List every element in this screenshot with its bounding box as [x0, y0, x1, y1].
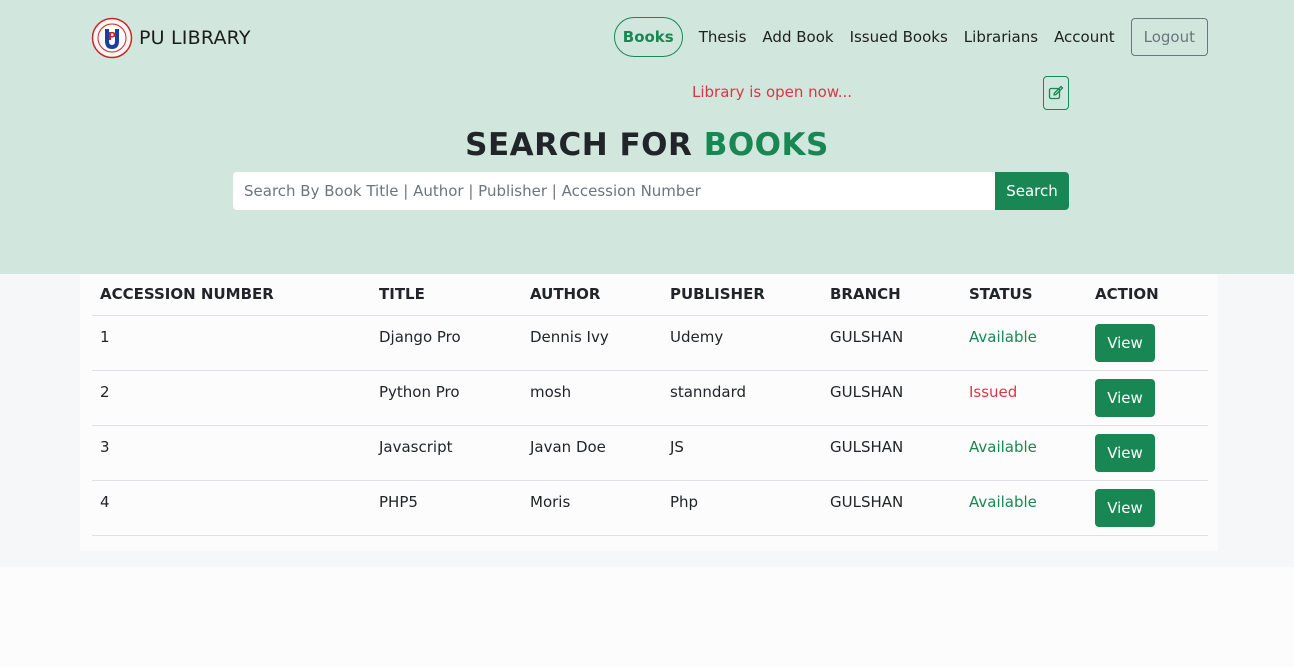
cell-status: Issued [961, 370, 1087, 426]
column-header-publisher: PUBLISHER [662, 274, 822, 316]
view-button[interactable]: View [1095, 433, 1155, 472]
cell-title: Django Pro [371, 315, 522, 371]
nav-link-add-book[interactable]: Add Book [762, 28, 833, 46]
cell-accession: 1 [92, 315, 371, 371]
svg-text:P: P [108, 30, 116, 43]
library-status-text: Library is open now... [692, 83, 853, 101]
cell-accession: 4 [92, 480, 371, 536]
nav-link-issued-books[interactable]: Issued Books [850, 28, 948, 46]
cell-author: Dennis Ivy [522, 315, 662, 371]
table-row: 1 Django Pro Dennis Ivy Udemy GULSHAN Av… [92, 315, 1208, 371]
cell-accession: 3 [92, 425, 371, 481]
column-header-author: AUTHOR [522, 274, 662, 316]
cell-status: Available [961, 480, 1087, 536]
cell-status: Available [961, 315, 1087, 371]
edit-icon [1048, 85, 1064, 100]
cell-title: PHP5 [371, 480, 522, 536]
brand[interactable]: P PU LIBRARY [91, 13, 251, 63]
cell-action: View [1087, 480, 1208, 536]
view-button[interactable]: View [1095, 323, 1155, 362]
books-table-card: ACCESSION NUMBER TITLE AUTHOR PUBLISHER … [80, 274, 1218, 551]
hero-section: P PU LIBRARY Books Thesis Add Book Issue… [0, 0, 1294, 274]
brand-name: PU LIBRARY [139, 27, 251, 49]
logout-button[interactable]: Logout [1130, 18, 1208, 56]
cell-action: View [1087, 425, 1208, 481]
cell-branch: GULSHAN [822, 425, 961, 481]
cell-author: Javan Doe [522, 425, 662, 481]
column-header-status: STATUS [961, 274, 1087, 316]
cell-action: View [1087, 370, 1208, 426]
cell-branch: GULSHAN [822, 480, 961, 536]
cell-title: Javascript [371, 425, 522, 481]
search-button[interactable]: Search [995, 172, 1069, 210]
search-heading-prefix: SEARCH FOR [465, 127, 693, 163]
column-header-branch: BRANCH [822, 274, 961, 316]
search-heading-accent: BOOKS [703, 127, 829, 163]
content-area: ACCESSION NUMBER TITLE AUTHOR PUBLISHER … [0, 274, 1294, 567]
university-seal-icon: P [91, 17, 133, 59]
search-input[interactable] [233, 172, 995, 210]
cell-branch: GULSHAN [822, 315, 961, 371]
column-header-title: TITLE [371, 274, 522, 316]
nav-link-librarians[interactable]: Librarians [964, 28, 1038, 46]
cell-publisher: Udemy [662, 315, 822, 371]
table-row: 2 Python Pro mosh stanndard GULSHAN Issu… [92, 370, 1208, 426]
column-header-accession: ACCESSION NUMBER [92, 274, 371, 316]
cell-status: Available [961, 425, 1087, 481]
cell-author: mosh [522, 370, 662, 426]
cell-publisher: stanndard [662, 370, 822, 426]
table-row: 3 Javascript Javan Doe JS GULSHAN Availa… [92, 425, 1208, 481]
cell-title: Python Pro [371, 370, 522, 426]
cell-publisher: Php [662, 480, 822, 536]
cell-action: View [1087, 315, 1208, 371]
column-header-action: ACTION [1087, 274, 1208, 316]
nav-link-account[interactable]: Account [1054, 28, 1115, 46]
cell-branch: GULSHAN [822, 370, 961, 426]
table-header-row: ACCESSION NUMBER TITLE AUTHOR PUBLISHER … [92, 274, 1208, 316]
main-nav: Books Thesis Add Book Issued Books Libra… [613, 17, 1208, 57]
cell-publisher: JS [662, 425, 822, 481]
view-button[interactable]: View [1095, 488, 1155, 527]
edit-status-button[interactable] [1043, 76, 1069, 110]
table-row: 4 PHP5 Moris Php GULSHAN Available View [92, 480, 1208, 536]
nav-link-books[interactable]: Books [613, 17, 683, 57]
nav-link-thesis[interactable]: Thesis [699, 28, 747, 46]
cell-accession: 2 [92, 370, 371, 426]
books-table: ACCESSION NUMBER TITLE AUTHOR PUBLISHER … [92, 274, 1208, 536]
view-button[interactable]: View [1095, 378, 1155, 417]
search-form: Search [233, 172, 1069, 210]
cell-author: Moris [522, 480, 662, 536]
search-heading: SEARCH FOR BOOKS [0, 127, 1294, 163]
